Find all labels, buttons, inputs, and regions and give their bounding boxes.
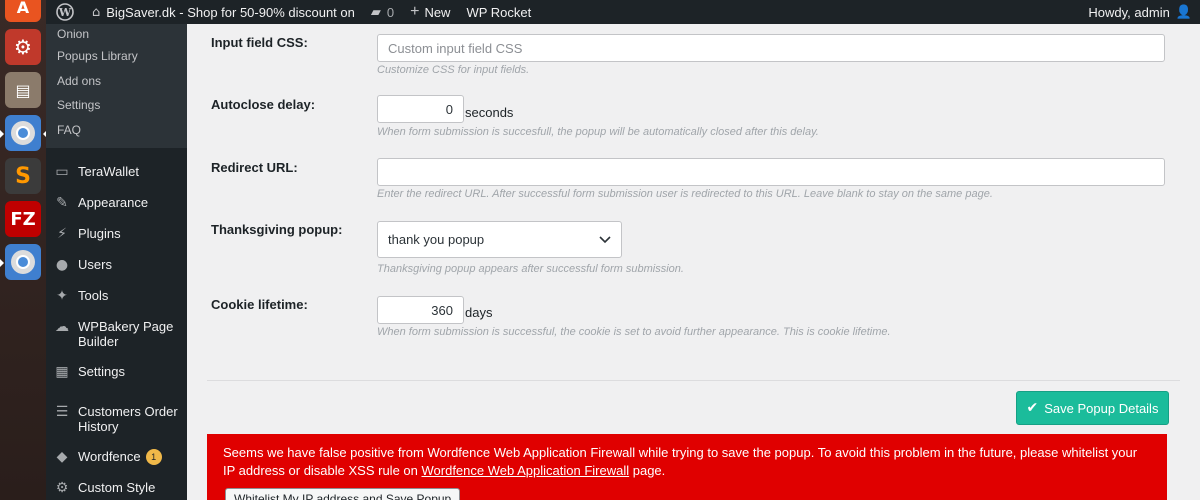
chevron-down-icon	[599, 232, 611, 247]
cookie-unit: days	[465, 305, 493, 320]
form-divider	[207, 380, 1180, 381]
input-css-help: Customize CSS for input fields.	[377, 64, 530, 76]
submenu-item-popups-library[interactable]: Popups Library	[46, 44, 187, 69]
files-icon[interactable]: ▤	[5, 72, 41, 108]
home-icon: ⌂	[92, 4, 101, 20]
sublime-text-icon[interactable]: S	[5, 158, 41, 194]
redirect-help: Enter the redirect URL. After successful…	[377, 188, 993, 200]
user-icon: ●	[55, 256, 69, 273]
chrome-icon-2[interactable]	[0, 244, 41, 280]
checkmark-icon: ✔	[1026, 400, 1039, 416]
wordfence-firewall-link[interactable]: Wordfence Web Application Firewall	[422, 463, 630, 478]
filezilla-icon[interactable]: FZ	[5, 201, 41, 237]
save-popup-button[interactable]: ✔ Save Popup Details	[1016, 391, 1169, 425]
sidebar-item-label: Customers Order History	[78, 404, 178, 434]
comments-count: 0	[386, 4, 395, 20]
wordfence-badge: 1	[145, 449, 162, 465]
cloud-icon: ☁	[55, 318, 69, 335]
popup-settings-form: Input field CSS: Custom input field CSS …	[187, 24, 1200, 500]
firewall-error-notice: Seems we have false positive from Wordfe…	[207, 434, 1167, 500]
howdy-label: Howdy, admin	[1088, 4, 1170, 20]
autoclose-label: Autoclose delay:	[211, 97, 316, 112]
account-menu[interactable]: Howdy, admin 👤	[1080, 0, 1200, 24]
settings-icon: ▦	[55, 363, 69, 380]
cookie-lifetime-field[interactable]: 360	[377, 296, 464, 324]
popup-submenu: Onion Popups Library Add ons Settings FA…	[46, 24, 187, 148]
cookie-help: When form submission is successful, the …	[377, 326, 891, 338]
wordfence-icon: ◆	[56, 448, 68, 465]
autoclose-help: When form submission is succesfull, the …	[377, 126, 819, 138]
cookie-lifetime-value: 360	[431, 302, 453, 318]
admin-sidebar: Onion Popups Library Add ons Settings FA…	[46, 24, 187, 500]
sidebar-item-settings[interactable]: ▦ Settings	[46, 357, 187, 388]
sidebar-item-terawallet[interactable]: ▭ TeraWallet	[46, 156, 187, 188]
avatar-icon: 👤	[1175, 4, 1192, 20]
sidebar-item-plugins[interactable]: ⚡ Plugins	[46, 219, 187, 250]
sidebar-item-customers-order-history[interactable]: ☰ Customers Order History	[46, 388, 187, 442]
ubuntu-launcher: A ⚙ ▤ S FZ	[0, 0, 47, 500]
sidebar-item-users[interactable]: ● Users	[46, 250, 187, 281]
comment-icon: ▰	[370, 4, 381, 20]
wordpress-logo-icon[interactable]: W	[46, 0, 84, 24]
new-content-link[interactable]: + New	[402, 0, 458, 24]
wp-admin-bar: W ⌂ BigSaver.dk - Shop for 50-90% discou…	[46, 0, 1200, 24]
sidebar-item-label: WPBakery Page Builder	[78, 319, 174, 349]
sidebar-item-appearance[interactable]: ✎ Appearance	[46, 188, 187, 219]
submenu-item-add-ons[interactable]: Add ons	[46, 69, 187, 94]
sidebar-item-label: Users	[78, 257, 112, 272]
chrome-icon[interactable]	[0, 115, 47, 151]
input-css-placeholder: Custom input field CSS	[388, 40, 523, 56]
wp-rocket-link[interactable]: WP Rocket	[458, 0, 539, 24]
submenu-item-settings[interactable]: Settings	[46, 93, 187, 118]
redirect-label: Redirect URL:	[211, 160, 298, 175]
save-popup-label: Save Popup Details	[1044, 400, 1159, 416]
cookie-label: Cookie lifetime:	[211, 297, 308, 312]
sidebar-item-label: Settings	[78, 364, 125, 379]
thanksgiving-selected: thank you popup	[388, 232, 485, 247]
sidebar-item-label: Appearance	[78, 195, 149, 210]
site-name: BigSaver.dk - Shop for 50-90% discount o…	[106, 4, 355, 20]
sidebar-item-tools[interactable]: ✦ Tools	[46, 281, 187, 312]
autoclose-value: 0	[445, 101, 453, 117]
wrench-icon: ✦	[56, 287, 68, 304]
autoclose-unit: seconds	[465, 105, 514, 120]
submenu-item-onion[interactable]: Onion	[46, 24, 187, 44]
system-settings-icon[interactable]: ⚙	[5, 29, 41, 65]
plug-icon: ⚡	[57, 225, 67, 242]
sidebar-item-label: Wordfence	[78, 449, 141, 464]
svg-text:W: W	[58, 6, 72, 19]
sidebar-item-label: TeraWallet	[78, 164, 139, 179]
sidebar-item-custom-style[interactable]: ⚙ Custom Style	[46, 473, 187, 500]
sidebar-item-label: Custom Style	[78, 480, 156, 495]
error-text-before: Seems we have false positive from Wordfe…	[223, 445, 1138, 478]
sidebar-item-wordfence[interactable]: ◆ Wordfence 1	[46, 442, 187, 473]
site-name-link[interactable]: ⌂ BigSaver.dk - Shop for 50-90% discount…	[84, 0, 363, 24]
thanksgiving-help: Thanksgiving popup appears after success…	[377, 263, 684, 275]
error-text-after: page.	[629, 463, 666, 478]
redirect-url-field[interactable]	[377, 158, 1165, 186]
input-css-label: Input field CSS:	[211, 35, 308, 50]
thanksgiving-label: Thanksgiving popup:	[211, 222, 343, 237]
plus-icon: +	[410, 3, 420, 20]
new-label: New	[424, 4, 451, 20]
autoclose-field[interactable]: 0	[377, 95, 464, 123]
software-center-icon[interactable]: A	[5, 0, 41, 22]
list-icon: ☰	[55, 403, 69, 420]
sidebar-item-wpbakery[interactable]: ☁ WPBakery Page Builder	[46, 312, 187, 357]
sidebar-item-label: Tools	[78, 288, 109, 303]
wp-rocket-label: WP Rocket	[466, 4, 532, 20]
wallet-icon: ▭	[55, 163, 69, 180]
paintbrush-icon: ✎	[56, 194, 68, 211]
input-css-field[interactable]: Custom input field CSS	[377, 34, 1165, 62]
whitelist-ip-button[interactable]: Whitelist My IP address and Save Popup	[225, 488, 461, 500]
comments-link[interactable]: ▰ 0	[363, 0, 402, 24]
gear-icon: ⚙	[55, 479, 69, 496]
thanksgiving-select[interactable]: thank you popup	[377, 221, 622, 258]
sidebar-item-label: Plugins	[78, 226, 121, 241]
submenu-item-faq[interactable]: FAQ	[46, 118, 187, 143]
